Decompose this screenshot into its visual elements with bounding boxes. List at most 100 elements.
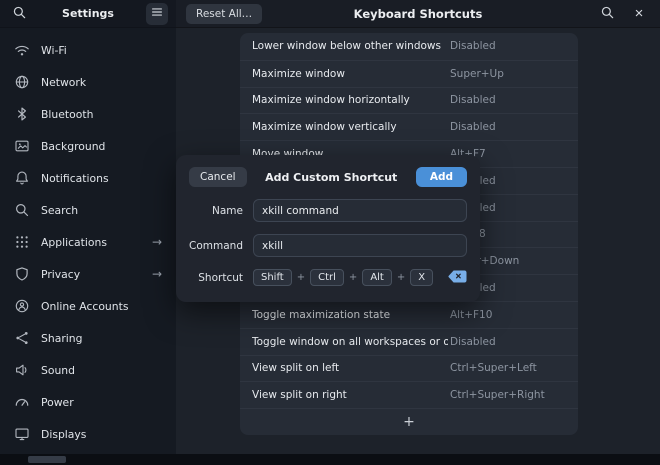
shortcut-name: Maximize window horizontally (252, 94, 410, 107)
shortcut-name: Maximize window (252, 67, 345, 80)
shortcut-binding: Disabled (450, 335, 496, 348)
add-button[interactable]: Add (415, 167, 467, 187)
sidebar-item-label: Sound (41, 363, 75, 377)
arrow-right-icon: → (151, 235, 162, 249)
cancel-button[interactable]: Cancel (189, 167, 247, 187)
sidebar-item-displays[interactable]: Displays (0, 418, 176, 450)
shortcut-name: Toggle window on all workspaces or one (252, 335, 448, 348)
search-icon (12, 5, 27, 23)
sidebar-nav: Wi-Fi Network Bluetooth Background Notificat… (0, 28, 176, 450)
header-search-button[interactable] (596, 3, 618, 25)
sidebar-search-button[interactable] (8, 3, 30, 25)
sidebar-item-online-accounts[interactable]: Online Accounts (0, 290, 176, 322)
sidebar-item-bluetooth[interactable]: Bluetooth (0, 98, 176, 130)
sidebar-item-label: Bluetooth (41, 107, 94, 121)
shortcut-name: View split on left (252, 362, 340, 375)
sidebar-item-sharing[interactable]: Sharing (0, 322, 176, 354)
sidebar-item-label: Network (41, 75, 87, 89)
sidebar-item-label: Online Accounts (41, 299, 129, 313)
keycap-x: X (410, 269, 434, 286)
shortcut-row[interactable]: Maximize window vertically Disabled (240, 113, 578, 140)
sidebar-item-sound[interactable]: Sound (0, 354, 176, 386)
dialog-title: Add Custom Shortcut (265, 170, 398, 184)
sidebar-item-label: Power (41, 395, 74, 409)
reset-all-button[interactable]: Reset All… (186, 3, 263, 24)
shortcut-binding: Ctrl+Super+Left (450, 362, 537, 375)
sidebar-item-label: Wi-Fi (41, 43, 67, 57)
shortcut-row: Shortcut Shift + Ctrl + Alt + X (189, 269, 467, 286)
keycap-ctrl: Ctrl (310, 269, 344, 286)
sidebar: Settings Wi-Fi Network Bluetooth Background… (0, 0, 176, 465)
settings-window: Settings Wi-Fi Network Bluetooth Background… (0, 0, 660, 465)
shortcut-row[interactable]: Lower window below other windows Disabled (240, 33, 578, 60)
add-custom-shortcut-dialog: Cancel Add Custom Shortcut Add Name Comm… (176, 155, 480, 302)
plus-separator: + (348, 272, 358, 283)
sound-icon (14, 362, 30, 378)
shortcut-row[interactable]: Maximize window Super+Up (240, 59, 578, 87)
sidebar-item-label: Applications (41, 235, 107, 249)
sidebar-item-applications[interactable]: Applications → (0, 226, 176, 258)
shortcut-name: View split on right (252, 389, 347, 402)
sidebar-item-wi-fi[interactable]: Wi-Fi (0, 34, 176, 66)
sidebar-header: Settings (0, 0, 176, 28)
sidebar-item-label: Displays (41, 427, 87, 441)
shortcut-name-input[interactable] (253, 199, 467, 222)
shortcut-row[interactable]: View split on left Ctrl+Super+Left (240, 354, 578, 382)
command-label: Command (189, 239, 243, 252)
shortcut-name: Lower window below other windows (252, 40, 441, 53)
sidebar-item-label: Notifications (41, 171, 109, 185)
menu-button[interactable] (146, 2, 168, 25)
shortcut-row[interactable]: Maximize window horizontally Disabled (240, 86, 578, 114)
sidebar-item-power[interactable]: Power (0, 386, 176, 418)
keycap-shift: Shift (253, 269, 292, 286)
plus-separator: + (296, 272, 306, 283)
online-accounts-icon (14, 298, 30, 314)
search-icon (14, 202, 30, 218)
shortcut-binding: Disabled (450, 121, 496, 134)
add-shortcut-row[interactable]: + (240, 408, 578, 435)
notifications-icon (14, 170, 30, 186)
privacy-icon (14, 266, 30, 282)
shortcut-row[interactable]: View split on right Ctrl+Super+Right (240, 381, 578, 408)
sidebar-item-search[interactable]: Search (0, 194, 176, 226)
name-label: Name (212, 204, 243, 217)
sidebar-item-privacy[interactable]: Privacy → (0, 258, 176, 290)
shortcut-row[interactable]: Toggle maximization state Alt+F10 (240, 300, 578, 328)
shortcut-command-input[interactable] (253, 234, 467, 257)
wifi-icon (14, 42, 30, 58)
sidebar-item-notifications[interactable]: Notifications (0, 162, 176, 194)
shortcut-name: Toggle maximization state (252, 308, 391, 321)
backspace-icon (448, 270, 467, 286)
sidebar-item-background[interactable]: Background (0, 130, 176, 162)
applications-icon (14, 234, 30, 250)
shortcut-row[interactable]: Toggle window on all workspaces or one Di… (240, 327, 578, 355)
shortcut-binding: Disabled (450, 94, 496, 107)
network-icon (14, 74, 30, 90)
shortcut-binding: Super+Up (450, 67, 504, 80)
shortcut-keys: Shift + Ctrl + Alt + X (253, 269, 438, 286)
displays-icon (14, 426, 30, 442)
dialog-header: Cancel Add Custom Shortcut Add (189, 167, 467, 187)
plus-separator: + (396, 272, 406, 283)
shortcut-name: Maximize window vertically (252, 121, 397, 134)
shortcut-binding: Ctrl+Super+Right (450, 389, 545, 402)
clear-shortcut-button[interactable] (448, 270, 467, 286)
arrow-right-icon: → (151, 267, 162, 281)
shortcut-label: Shortcut (198, 271, 243, 284)
search-icon (600, 5, 615, 23)
sidebar-item-label: Search (41, 203, 79, 217)
bluetooth-icon (14, 106, 30, 122)
name-row: Name (189, 199, 467, 222)
sidebar-item-network[interactable]: Network (0, 66, 176, 98)
close-icon: × (634, 5, 644, 22)
sharing-icon (14, 330, 30, 346)
sidebar-item-label: Background (41, 139, 106, 153)
taskbar-window-item[interactable] (28, 456, 66, 463)
command-row: Command (189, 234, 467, 257)
hamburger-icon (150, 5, 164, 22)
shortcut-binding: Disabled (450, 40, 496, 53)
close-window-button[interactable]: × (628, 3, 650, 25)
main-header: Reset All… Keyboard Shortcuts × (176, 0, 660, 28)
keycap-alt: Alt (362, 269, 392, 286)
sidebar-item-label: Privacy (41, 267, 81, 281)
